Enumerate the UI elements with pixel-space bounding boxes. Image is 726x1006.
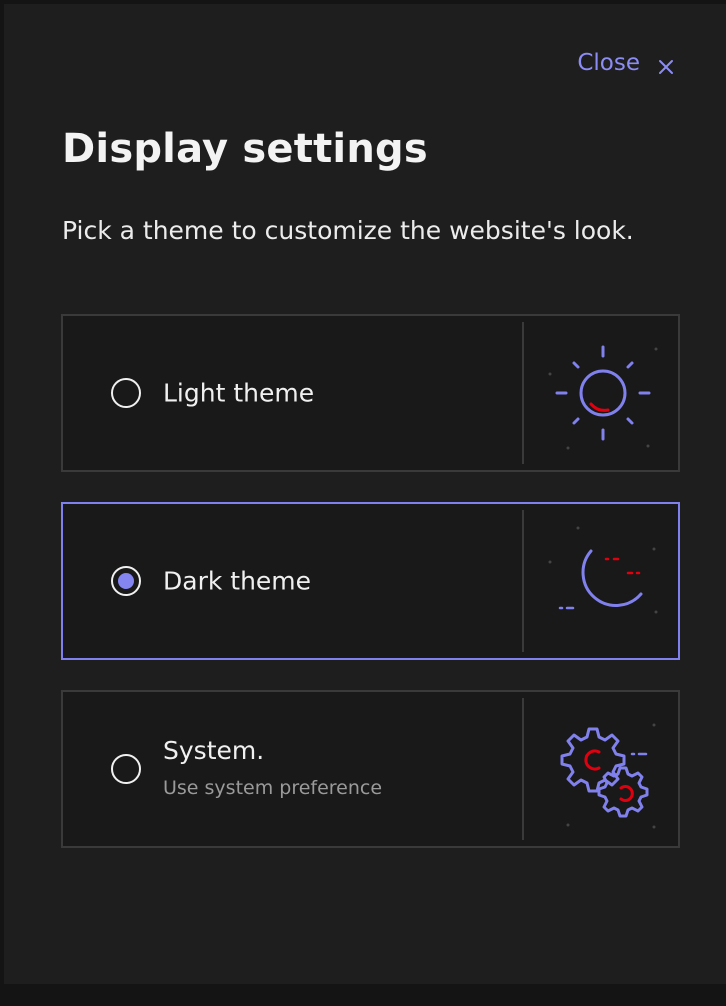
gears-icon	[528, 692, 678, 846]
option-label-system-group: System. Use system preference	[163, 736, 382, 799]
radio-system-theme[interactable]	[111, 754, 141, 784]
close-icon	[658, 55, 674, 74]
moon-icon	[528, 504, 678, 658]
dialog-description: Pick a theme to customize the website's …	[62, 216, 634, 245]
display-settings-dialog: Close Display settings Pick a theme to c…	[4, 4, 726, 984]
theme-options: Light theme Dark theme System. Use syste…	[61, 314, 680, 878]
sun-icon	[528, 316, 678, 470]
option-light-theme[interactable]: Light theme	[61, 314, 680, 472]
option-system-theme[interactable]: System. Use system preference	[61, 690, 680, 848]
option-divider	[522, 322, 524, 464]
radio-selected-dot	[118, 573, 134, 589]
close-label: Close	[577, 50, 640, 76]
option-dark-theme[interactable]: Dark theme	[61, 502, 680, 660]
option-label-system: System.	[163, 736, 265, 765]
dialog-title: Display settings	[62, 126, 428, 172]
radio-light-theme[interactable]	[111, 378, 141, 408]
close-button[interactable]: Close	[577, 50, 674, 76]
radio-dark-theme[interactable]	[111, 566, 141, 596]
option-label-light: Light theme	[163, 378, 315, 408]
option-sublabel-system: Use system preference	[163, 777, 383, 799]
option-label-dark: Dark theme	[163, 566, 312, 596]
option-divider	[522, 698, 524, 840]
option-divider	[522, 510, 524, 652]
